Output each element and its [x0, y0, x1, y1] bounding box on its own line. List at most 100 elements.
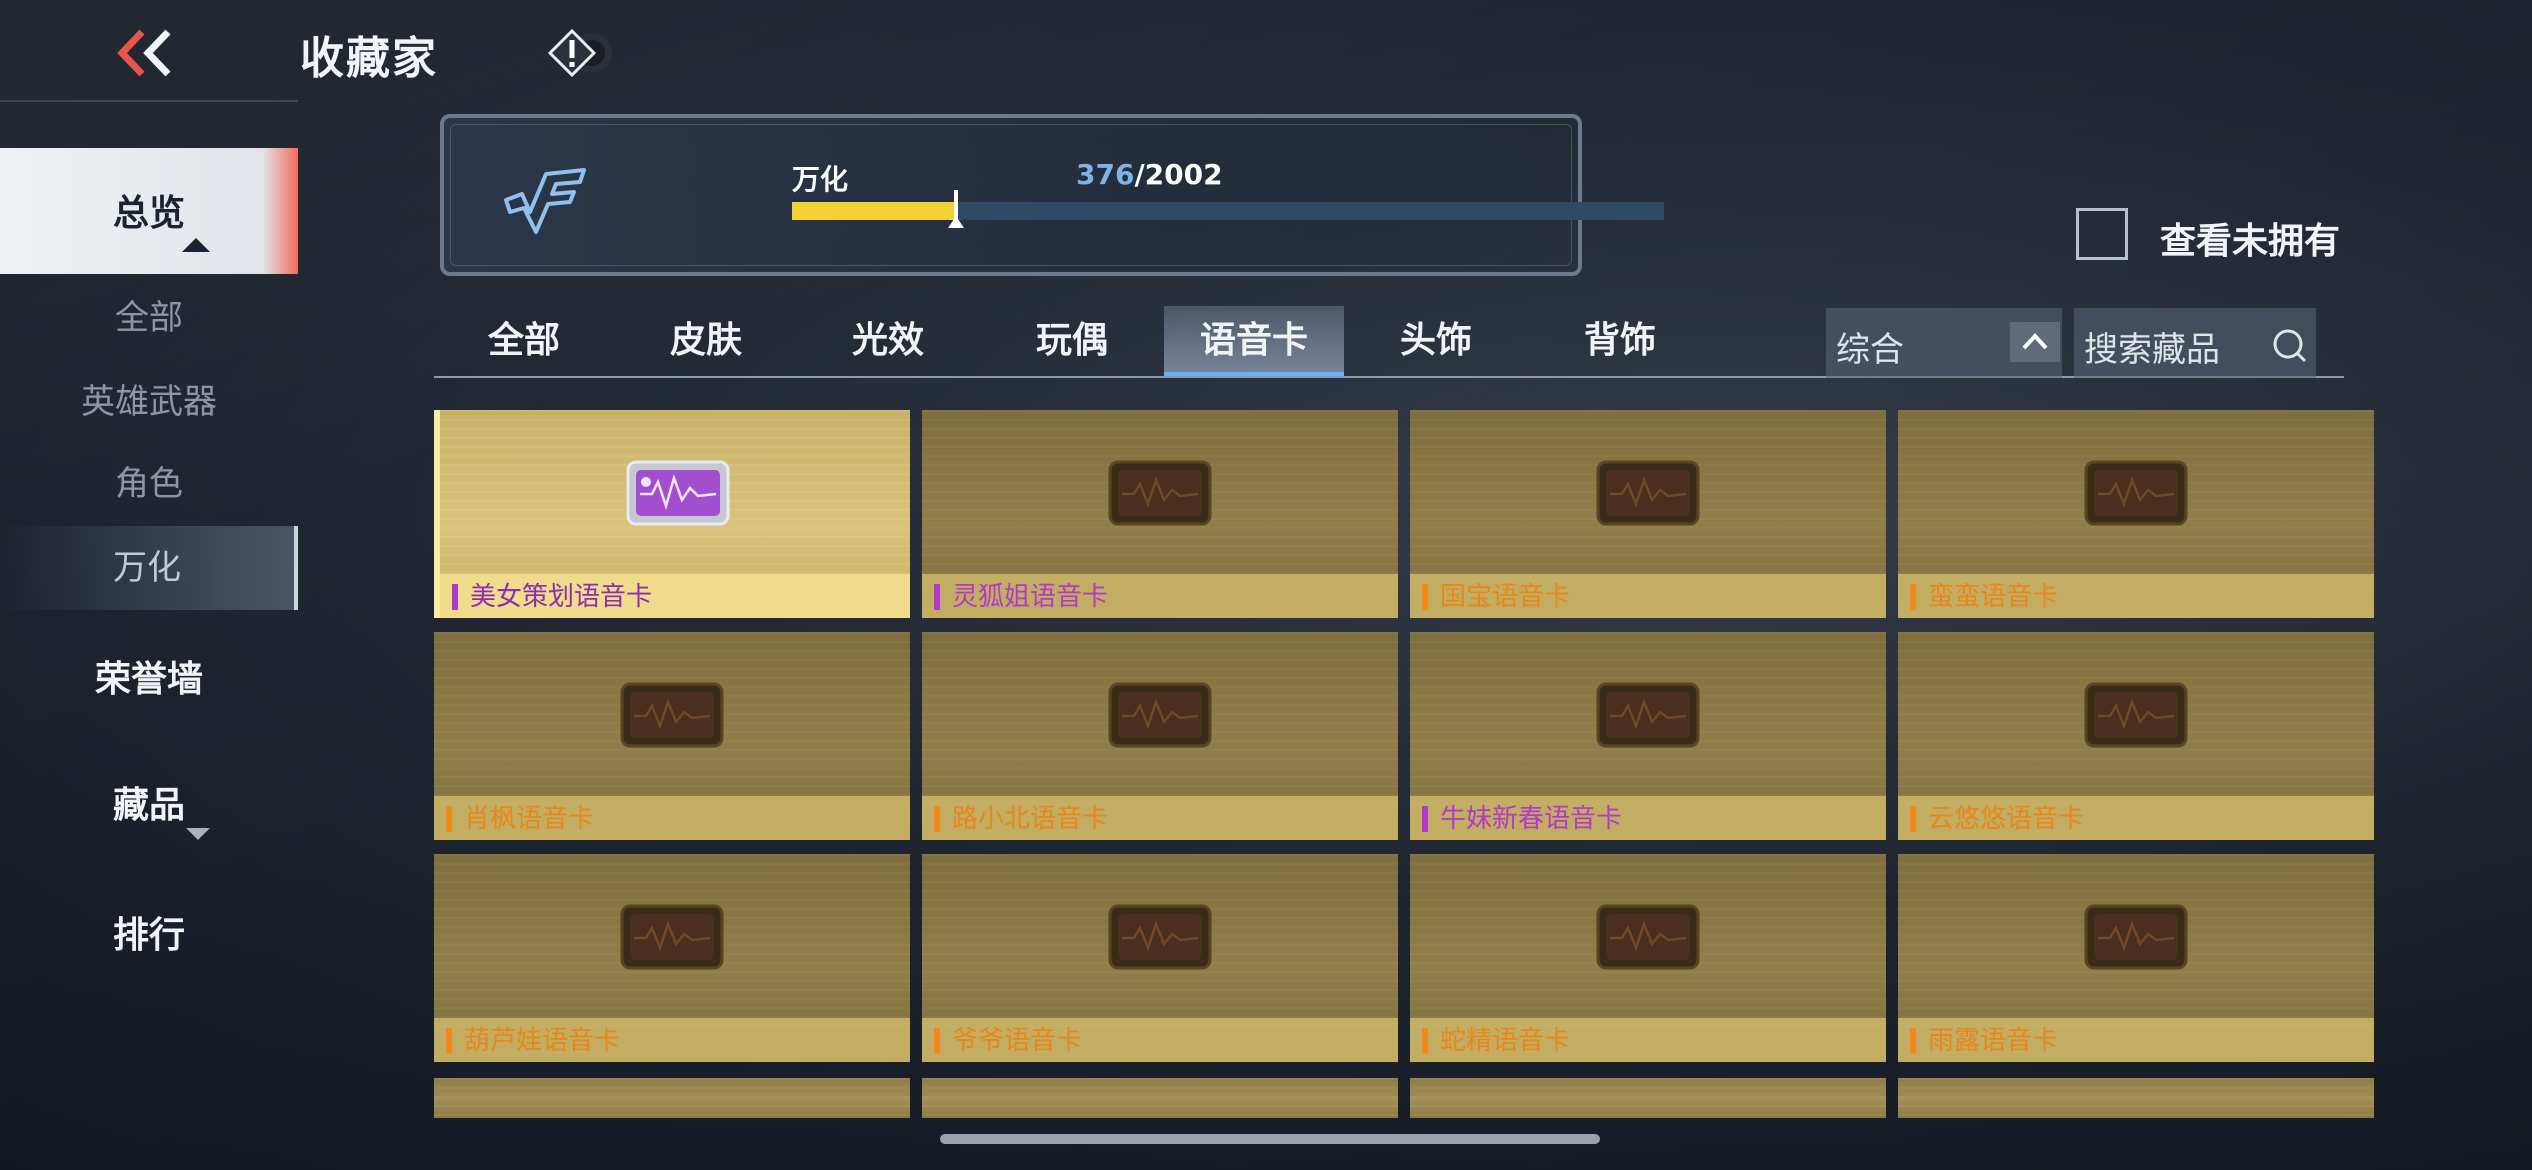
progress-current: 376	[1076, 158, 1135, 191]
item-name-bar: 爷爷语音卡	[922, 1018, 1398, 1062]
voice-card-icon	[1596, 682, 1700, 748]
sidebar-item-collection[interactable]: 藏品	[0, 776, 298, 828]
show-unowned-checkbox[interactable]	[2076, 208, 2128, 260]
sort-dropdown[interactable]: 综合	[1826, 308, 2062, 378]
tab-voice-cards[interactable]: 语音卡	[1164, 306, 1344, 376]
tab-headwear[interactable]: 头饰	[1346, 306, 1526, 376]
item-name-bar: 雨露语音卡	[1898, 1018, 2374, 1062]
progress-marker-arrow	[948, 216, 964, 228]
item-name: 路小北语音卡	[952, 804, 1109, 834]
voice-card-item[interactable]: 国宝语音卡	[1410, 410, 1886, 618]
tab-dolls[interactable]: 玩偶	[982, 306, 1162, 376]
rarity-marker	[934, 1028, 940, 1054]
voice-card-item[interactable]: 牛妹新春语音卡	[1410, 632, 1886, 840]
item-name-bar: 国宝语音卡	[1410, 574, 1886, 618]
item-name: 葫芦娃语音卡	[464, 1026, 621, 1056]
tab-skins[interactable]: 皮肤	[616, 306, 796, 376]
item-name-bar: 路小北语音卡	[922, 796, 1398, 840]
item-name: 雨露语音卡	[1928, 1026, 2059, 1056]
voice-card-item[interactable]: 美女策划语音卡	[434, 410, 910, 618]
page-title: 收藏家	[300, 33, 438, 84]
search-icon[interactable]	[2270, 326, 2310, 366]
item-name-bar: 蛮蛮语音卡	[1898, 574, 2374, 618]
item-card-partial[interactable]	[434, 1078, 910, 1118]
rarity-marker	[934, 806, 940, 832]
chevron-up-icon	[182, 238, 210, 252]
rarity-marker	[1910, 1028, 1916, 1054]
voice-card-item[interactable]: 蛇精语音卡	[1410, 854, 1886, 1062]
voice-card-item[interactable]: 雨露语音卡	[1898, 854, 2374, 1062]
voice-card-icon	[620, 682, 724, 748]
item-name-bar: 葫芦娃语音卡	[434, 1018, 910, 1062]
item-name: 云悠悠语音卡	[1928, 804, 2085, 834]
item-name: 蛇精语音卡	[1440, 1026, 1571, 1056]
rarity-marker	[452, 584, 458, 610]
progress-total: /2002	[1134, 158, 1223, 191]
sidebar-item-label: 总览	[112, 193, 185, 234]
cf-logo-icon	[504, 168, 586, 234]
voice-card-item[interactable]: 爷爷语音卡	[922, 854, 1398, 1062]
voice-card-icon	[620, 904, 724, 970]
voice-card-icon	[1596, 904, 1700, 970]
progress-bar	[792, 202, 1664, 220]
item-name-bar: 云悠悠语音卡	[1898, 796, 2374, 840]
voice-card-item[interactable]: 路小北语音卡	[922, 632, 1398, 840]
sidebar-sub-characters[interactable]: 角色	[0, 456, 298, 506]
item-name: 肖枫语音卡	[464, 804, 595, 834]
voice-card-item[interactable]: 蛮蛮语音卡	[1898, 410, 2374, 618]
progress-bar-fill	[792, 202, 956, 220]
rarity-marker	[1910, 806, 1916, 832]
item-name: 国宝语音卡	[1440, 582, 1571, 612]
voice-card-item[interactable]: 灵狐姐语音卡	[922, 410, 1398, 618]
back-button[interactable]	[112, 28, 182, 78]
item-name-bar: 灵狐姐语音卡	[922, 574, 1398, 618]
item-name-bar: 牛妹新春语音卡	[1410, 796, 1886, 840]
tab-effects[interactable]: 光效	[798, 306, 978, 376]
rarity-marker	[1910, 584, 1916, 610]
sidebar-sub-wanhua[interactable]: 万化	[0, 526, 298, 610]
item-name: 美女策划语音卡	[470, 582, 653, 612]
sidebar-divider	[0, 100, 298, 102]
voice-card-icon	[1108, 904, 1212, 970]
voice-card-item[interactable]: 云悠悠语音卡	[1898, 632, 2374, 840]
voice-card-icon	[2084, 460, 2188, 526]
exclamation-diamond-icon[interactable]	[548, 28, 612, 78]
search-input[interactable]: 搜索藏品	[2074, 308, 2316, 378]
panel-frame	[450, 124, 1572, 266]
item-name-bar: 蛇精语音卡	[1410, 1018, 1886, 1062]
voice-card-icon	[2084, 682, 2188, 748]
voice-card-icon	[1596, 460, 1700, 526]
item-name: 牛妹新春语音卡	[1440, 804, 1623, 834]
voice-card-item[interactable]: 肖枫语音卡	[434, 632, 910, 840]
sort-label: 综合	[1836, 330, 1904, 370]
progress-count: 376/2002	[1076, 158, 1223, 191]
item-card-partial[interactable]	[1898, 1078, 2374, 1118]
sidebar-item-honor-wall[interactable]: 荣誉墙	[0, 650, 298, 702]
sidebar-item-overview[interactable]: 总览	[0, 148, 298, 274]
item-card-partial[interactable]	[922, 1078, 1398, 1118]
voice-card-item[interactable]: 葫芦娃语音卡	[434, 854, 910, 1062]
voice-card-icon	[1108, 460, 1212, 526]
item-name: 蛮蛮语音卡	[1928, 582, 2059, 612]
rarity-marker	[446, 1028, 452, 1054]
rarity-marker	[1422, 1028, 1428, 1054]
sidebar-item-ranking[interactable]: 排行	[0, 906, 298, 958]
voice-card-icon	[626, 460, 730, 526]
item-name: 灵狐姐语音卡	[952, 582, 1109, 612]
show-unowned-label[interactable]: 查看未拥有	[2160, 212, 2340, 264]
rarity-marker	[1422, 806, 1428, 832]
item-name: 爷爷语音卡	[952, 1026, 1083, 1056]
tab-backwear[interactable]: 背饰	[1530, 306, 1710, 376]
rarity-marker	[446, 806, 452, 832]
tab-all[interactable]: 全部	[434, 306, 614, 376]
progress-label: 万化	[792, 163, 849, 196]
item-name-bar: 美女策划语音卡	[440, 574, 910, 618]
sidebar-sub-hero-weapons[interactable]: 英雄武器	[0, 374, 298, 424]
voice-card-icon	[1108, 682, 1212, 748]
chevron-down-icon	[186, 828, 210, 840]
home-indicator	[940, 1134, 1600, 1144]
voice-card-icon	[2084, 904, 2188, 970]
sidebar-sub-all[interactable]: 全部	[0, 290, 298, 340]
item-card-partial[interactable]	[1410, 1078, 1886, 1118]
item-name-bar: 肖枫语音卡	[434, 796, 910, 840]
